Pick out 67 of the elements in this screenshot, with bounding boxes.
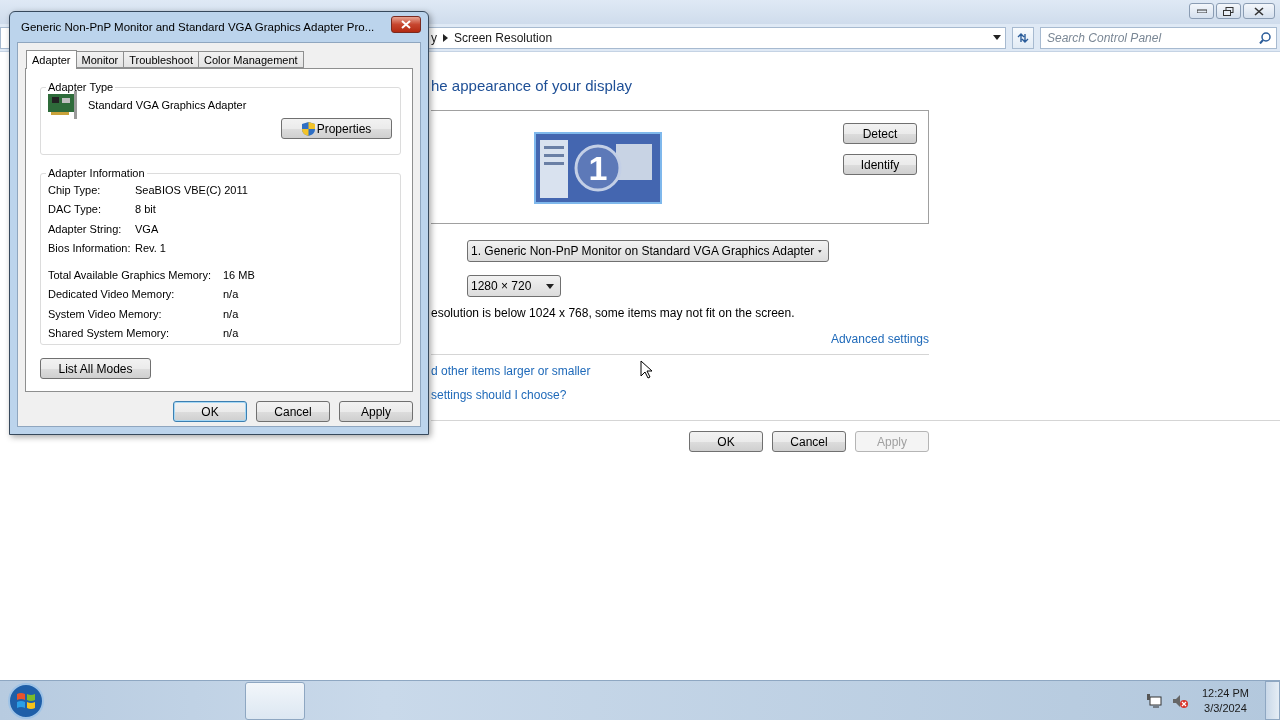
properties-button[interactable]: Properties (281, 118, 392, 139)
display-button[interactable]: Identify (843, 154, 917, 175)
resolution-warning: esolution is below 1024 x 768, some items may not fit on the screen. (431, 306, 796, 320)
info-value: n/a (223, 327, 240, 340)
start-button[interactable] (7, 681, 45, 720)
info-label: Shared System Memory: (48, 327, 171, 340)
resolution-select[interactable]: 1280 × 720 (467, 275, 561, 297)
help-link[interactable]: d other items larger or smaller (431, 364, 591, 378)
caret-icon (818, 248, 822, 254)
tab[interactable]: Adapter (26, 50, 77, 69)
network-computer-icon[interactable] (1145, 693, 1162, 708)
info-value: SeaBIOS VBE(C) 2011 (135, 183, 249, 196)
info-value: 8 bit (135, 203, 157, 216)
muted-speaker-icon[interactable] (1171, 693, 1188, 708)
display-button[interactable]: Detect (843, 123, 917, 144)
close-button[interactable] (391, 15, 421, 33)
close-icon (401, 19, 411, 29)
breadcrumb-item[interactable]: y (431, 30, 437, 45)
dialog-button[interactable]: Apply (339, 401, 413, 422)
tab[interactable]: Troubleshoot (123, 51, 200, 68)
monitor-number: 1 (588, 148, 608, 188)
monitor-thumbnail[interactable]: 1 (534, 132, 662, 204)
refresh-icon (1016, 31, 1030, 44)
info-value: n/a (223, 288, 240, 301)
help-link[interactable]: settings should I choose? (431, 388, 567, 402)
restore-icon (1223, 6, 1234, 16)
close-icon (1254, 6, 1264, 16)
clock-date[interactable]: 3/3/2024 (1204, 700, 1247, 716)
info-value: 16 MB (223, 268, 256, 281)
restore-button[interactable] (1216, 3, 1241, 19)
minimize-icon (1196, 9, 1207, 13)
info-label: Adapter String: (48, 222, 123, 235)
breadcrumb-item[interactable]: Screen Resolution (454, 30, 553, 45)
info-label: Dedicated Video Memory: (48, 288, 176, 301)
info-label: DAC Type: (48, 203, 102, 216)
info-value: Rev. 1 (135, 242, 167, 255)
dropdown-caret-icon[interactable] (993, 35, 1001, 40)
dialog-button[interactable]: OK (173, 401, 247, 422)
adapter-name: Standard VGA Graphics Adapter (88, 99, 247, 111)
list-all-modes-button[interactable]: List All Modes (40, 358, 151, 379)
shield-icon (301, 121, 315, 136)
dialog-button[interactable]: OK (689, 431, 763, 452)
display-select[interactable]: 1. Generic Non-PnP Monitor on Standard VGA Graphics Adapter (467, 240, 829, 262)
search-field[interactable]: Search Control Panel (1040, 26, 1277, 49)
close-button[interactable] (1243, 3, 1275, 19)
windows-logo-icon (7, 681, 45, 720)
info-label: System Video Memory: (48, 307, 163, 320)
advanced-settings-link[interactable]: Advanced settings (830, 332, 929, 346)
mouse-pointer-icon (640, 360, 652, 379)
info-label: Chip Type: (48, 183, 102, 196)
info-value: VGA (135, 222, 160, 235)
info-value: n/a (223, 307, 240, 320)
info-label: Total Available Graphics Memory: (48, 268, 213, 281)
tab[interactable]: Monitor (75, 51, 125, 68)
tab[interactable]: Color Management (198, 51, 304, 68)
dialog-button[interactable]: Cancel (256, 401, 330, 422)
dialog-button[interactable]: Cancel (772, 431, 846, 452)
page-heading: he appearance of your display (431, 77, 633, 96)
refresh-button[interactable] (1012, 26, 1034, 49)
group-title: Adapter Information (47, 167, 146, 179)
info-label: Bios Information: (48, 242, 132, 255)
search-icon[interactable] (1259, 31, 1271, 44)
caret-icon (546, 283, 554, 289)
circuit-board-icon (48, 91, 78, 119)
breadcrumb-arrow-icon (443, 33, 448, 42)
group-title: Adapter Type (47, 81, 115, 93)
clock-time[interactable]: 12:24 PM (1201, 685, 1249, 701)
